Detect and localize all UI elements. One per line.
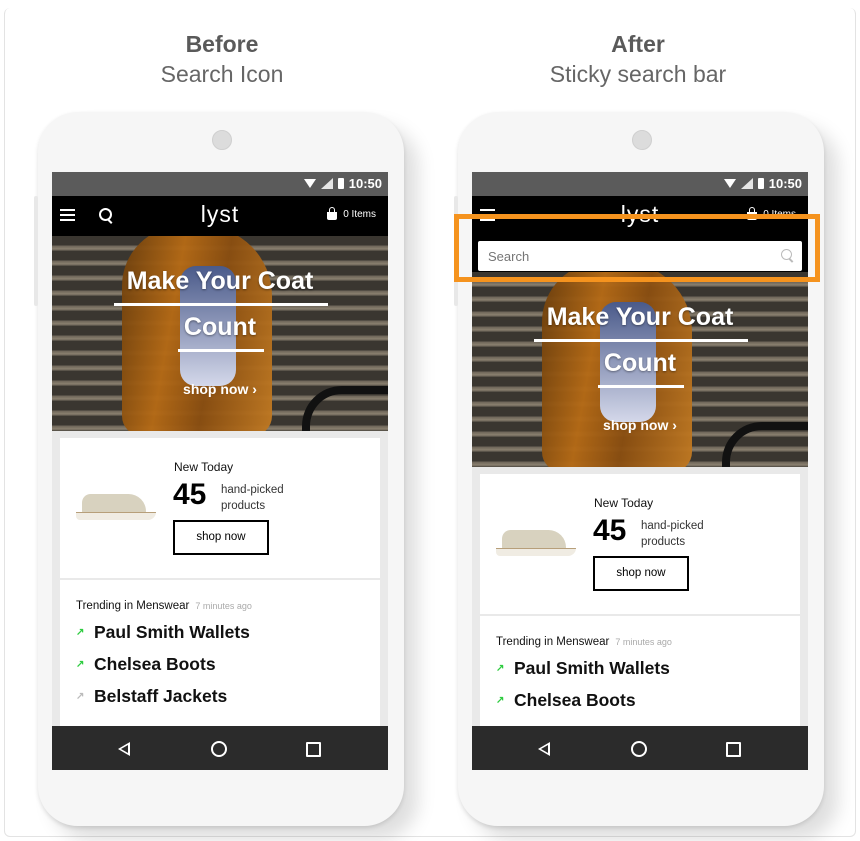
screen-before: 10:50 lyst 0 Items Make Your Coat Count … xyxy=(52,172,388,770)
trending-card: Trending in Menswear 7 minutes ago ↗ Paul… xyxy=(60,580,380,740)
trend-item-label: Paul Smith Wallets xyxy=(94,622,250,642)
hero-underline xyxy=(534,339,748,342)
wifi-icon xyxy=(723,179,736,188)
hero-underline xyxy=(114,303,328,306)
back-icon[interactable] xyxy=(538,742,550,756)
trend-item[interactable]: ↗ Paul Smith Wallets xyxy=(76,622,250,643)
before-title: Before xyxy=(185,31,259,57)
bag-button[interactable]: 0 Items xyxy=(327,207,376,220)
trend-item[interactable]: ↗ Belstaff Jackets xyxy=(76,686,227,707)
trend-up-icon: ↗ xyxy=(76,691,85,702)
promo-shop-now-button[interactable]: shop now xyxy=(173,520,269,555)
battery-icon xyxy=(757,178,764,189)
hp-line2: products xyxy=(641,536,686,548)
promo-shop-now-button[interactable]: shop now xyxy=(593,556,689,591)
trending-card: Trending in Menswear 7 minutes ago ↗ Paul… xyxy=(480,616,800,736)
promo-card: New Today 45 hand-picked products shop n… xyxy=(60,438,380,578)
shoe-image xyxy=(76,492,156,520)
trend-item-label: Chelsea Boots xyxy=(94,654,216,674)
after-heading: After Sticky search bar xyxy=(488,30,788,90)
hand-picked-label: hand-picked products xyxy=(221,482,284,514)
trending-ago: 7 minutes ago xyxy=(615,637,672,647)
status-bar: 10:50 xyxy=(472,172,808,196)
app-bar: lyst 0 Items xyxy=(52,196,388,236)
phone-before: 10:50 lyst 0 Items Make Your Coat Count … xyxy=(34,112,404,826)
status-time: 10:50 xyxy=(348,176,382,191)
hero-underline xyxy=(598,385,684,388)
status-bar: 10:50 xyxy=(52,172,388,196)
hero-shop-now-link[interactable]: shop now › xyxy=(52,381,388,397)
search-bar-highlight-box xyxy=(454,214,820,282)
trending-label: Trending in Menswear 7 minutes ago xyxy=(76,600,252,612)
home-icon[interactable] xyxy=(211,741,227,757)
hero-line1: Make Your Coat xyxy=(546,303,734,331)
hp-line1: hand-picked xyxy=(641,520,704,532)
hero-underline xyxy=(178,349,264,352)
hero-shop-now-link[interactable]: shop now › xyxy=(472,417,808,433)
battery-icon xyxy=(337,178,344,189)
speaker-icon xyxy=(212,130,232,150)
wifi-icon xyxy=(303,179,316,188)
trending-label: Trending in Menswear 7 minutes ago xyxy=(496,636,672,648)
trending-ago: 7 minutes ago xyxy=(195,601,252,611)
trending-title: Trending in Menswear xyxy=(76,600,190,612)
signal-icon xyxy=(740,178,753,189)
signal-icon xyxy=(320,178,333,189)
home-icon[interactable] xyxy=(631,741,647,757)
android-nav-bar xyxy=(472,726,808,770)
before-subtitle: Search Icon xyxy=(160,61,284,87)
trend-up-icon: ↗ xyxy=(496,663,505,674)
new-today-label: New Today xyxy=(174,460,234,474)
after-subtitle: Sticky search bar xyxy=(549,61,727,87)
trend-up-icon: ↗ xyxy=(496,695,505,706)
trend-item-label: Chelsea Boots xyxy=(514,690,636,710)
android-nav-bar xyxy=(52,726,388,770)
hp-line2: products xyxy=(221,500,266,512)
recent-apps-icon[interactable] xyxy=(306,742,321,757)
product-count: 45 xyxy=(173,478,207,511)
bag-icon xyxy=(327,207,338,220)
hp-line1: hand-picked xyxy=(221,484,284,496)
hero-line1: Make Your Coat xyxy=(126,267,314,295)
trend-up-icon: ↗ xyxy=(76,659,85,670)
trend-item[interactable]: ↗ Chelsea Boots xyxy=(496,690,636,711)
trend-item[interactable]: ↗ Chelsea Boots xyxy=(76,654,216,675)
hero-banner[interactable]: Make Your Coat Count shop now › xyxy=(472,272,808,467)
hero-line2: Count xyxy=(183,313,257,341)
trend-up-icon: ↗ xyxy=(76,627,85,638)
recent-apps-icon[interactable] xyxy=(726,742,741,757)
trend-item-label: Paul Smith Wallets xyxy=(514,658,670,678)
trend-item-label: Belstaff Jackets xyxy=(94,686,228,706)
trend-item[interactable]: ↗ Paul Smith Wallets xyxy=(496,658,670,679)
hero-banner[interactable]: Make Your Coat Count shop now › xyxy=(52,236,388,431)
promo-card: New Today 45 hand-picked products shop n… xyxy=(480,474,800,614)
hand-picked-label: hand-picked products xyxy=(641,518,704,550)
side-button xyxy=(34,196,38,306)
back-icon[interactable] xyxy=(118,742,130,756)
shoe-image xyxy=(496,528,576,556)
bag-label: 0 Items xyxy=(343,209,376,220)
hero-line2: Count xyxy=(603,349,677,377)
product-count: 45 xyxy=(593,514,627,547)
trending-title: Trending in Menswear xyxy=(496,636,610,648)
speaker-icon xyxy=(632,130,652,150)
before-heading: Before Search Icon xyxy=(72,30,372,90)
after-title: After xyxy=(611,31,665,57)
new-today-label: New Today xyxy=(594,496,654,510)
status-time: 10:50 xyxy=(768,176,802,191)
